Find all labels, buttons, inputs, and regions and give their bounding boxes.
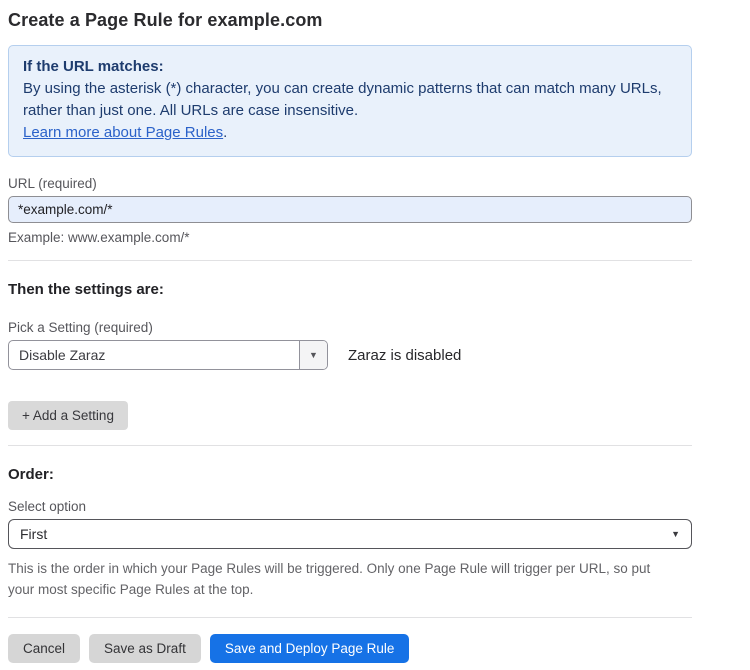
order-select[interactable]: First ▼ [8,519,692,549]
caret-down-icon: ▼ [671,529,680,539]
setting-row: Disable Zaraz ▼ Zaraz is disabled [8,340,692,370]
url-match-info-box: If the URL matches: By using the asteris… [8,45,692,157]
url-field-label: URL (required) [8,176,692,191]
info-box-link-line: Learn more about Page Rules. [23,122,677,144]
setting-dropdown-value: Disable Zaraz [9,341,299,369]
learn-more-link[interactable]: Learn more about Page Rules [23,124,223,141]
save-and-deploy-button[interactable]: Save and Deploy Page Rule [210,634,410,663]
divider [8,260,692,261]
page-rule-form: Create a Page Rule for example.com If th… [8,0,692,663]
order-select-label: Select option [8,499,692,514]
page-title: Create a Page Rule for example.com [8,10,692,31]
link-suffix: . [223,124,227,141]
settings-section-heading: Then the settings are: [8,281,692,298]
divider [8,617,692,618]
order-select-value: First [20,526,47,542]
order-section-heading: Order: [8,466,692,483]
divider [8,445,692,446]
setting-status-text: Zaraz is disabled [348,347,461,364]
url-field-helper: Example: www.example.com/* [8,230,692,245]
cancel-button[interactable]: Cancel [8,634,80,663]
url-input[interactable] [8,196,692,223]
caret-down-icon[interactable]: ▼ [299,341,327,369]
order-helper-text: This is the order in which your Page Rul… [8,558,668,600]
setting-picker-label: Pick a Setting (required) [8,320,692,335]
save-as-draft-button[interactable]: Save as Draft [89,634,201,663]
form-actions: Cancel Save as Draft Save and Deploy Pag… [8,634,692,663]
info-box-heading: If the URL matches: [23,56,677,78]
add-setting-button[interactable]: + Add a Setting [8,401,128,430]
info-box-body: By using the asterisk (*) character, you… [23,78,677,122]
setting-dropdown[interactable]: Disable Zaraz ▼ [8,340,328,370]
